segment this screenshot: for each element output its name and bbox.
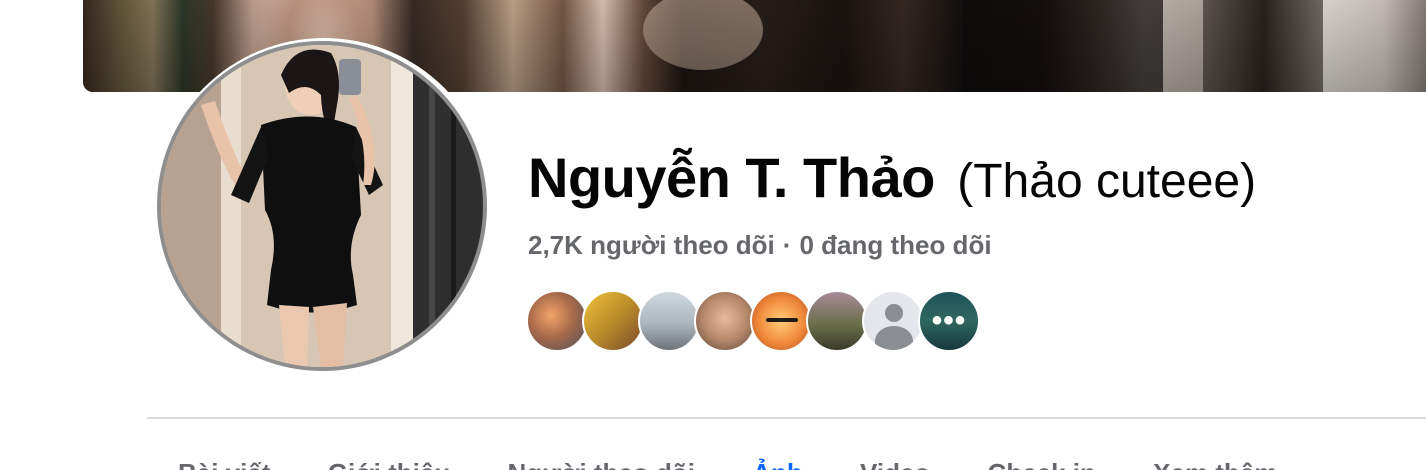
profile-name-row: Nguyễn T. Thảo (Thảo cuteee) [528,145,1256,210]
stats-separator: · [782,230,792,260]
tab-posts[interactable]: Bài viết [178,458,271,470]
followers-link[interactable]: 2,7K người theo dõi [528,230,775,260]
tab-check-ins[interactable]: Check in [988,458,1096,470]
tab-videos[interactable]: Video [860,458,930,470]
profile-alternate-name: (Thảo cuteee) [957,155,1257,208]
follower-avatar-more[interactable]: ••• [918,290,980,352]
section-divider [147,417,1426,419]
profile-avatar-image [161,45,483,367]
profile-header: Nguyễn T. Thảo (Thảo cuteee) 2,7K người … [0,0,1426,470]
follower-avatar[interactable] [750,290,812,352]
default-user-icon [885,304,903,322]
profile-name: Nguyễn T. Thảo [528,146,935,209]
default-user-icon-body [875,326,913,350]
follower-avatar[interactable] [638,290,700,352]
profile-avatar[interactable] [157,41,487,371]
airplane-icon [766,318,798,322]
profile-tabs: Bài viết Giới thiệu Người theo dõi Ảnh V… [178,458,1327,470]
follower-avatar[interactable] [806,290,868,352]
tab-followers[interactable]: Người theo dõi [507,458,695,470]
tab-photos[interactable]: Ảnh [752,458,803,470]
following-link[interactable]: 0 đang theo dõi [799,230,991,260]
follower-avatar-default[interactable] [862,290,924,352]
follower-avatar[interactable] [694,290,756,352]
follower-avatar[interactable] [526,290,588,352]
profile-stats: 2,7K người theo dõi · 0 đang theo dõi [528,230,992,261]
more-icon: ••• [920,292,978,350]
follower-avatar[interactable] [582,290,644,352]
tab-about[interactable]: Giới thiệu [328,458,450,470]
tab-more[interactable]: Xem thêm [1153,458,1277,470]
